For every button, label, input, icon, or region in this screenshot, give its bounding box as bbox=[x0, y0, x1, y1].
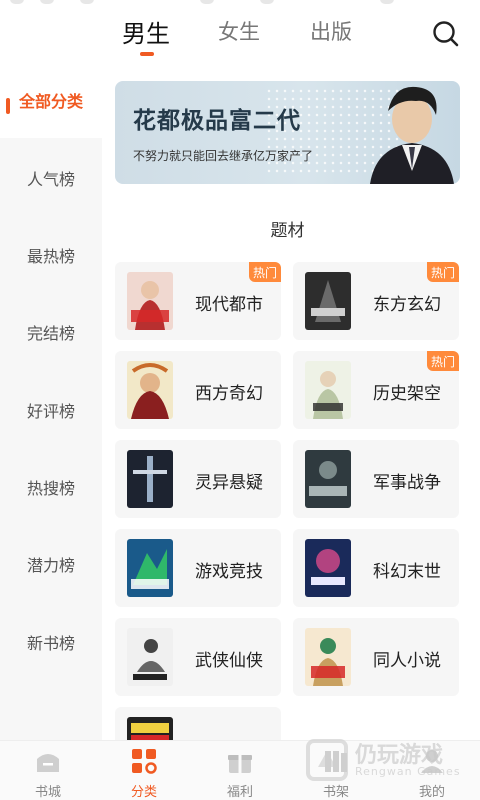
sidebar-item-popular[interactable]: 人气榜 bbox=[0, 148, 102, 208]
category-name: 灵异悬疑 bbox=[195, 473, 263, 493]
banner-character-image bbox=[370, 86, 454, 184]
search-button[interactable] bbox=[430, 18, 462, 50]
category-name: 武侠仙侠 bbox=[195, 651, 263, 671]
book-cover-icon bbox=[305, 272, 351, 330]
nav-label: 分类 bbox=[130, 785, 157, 800]
sidebar-item-all-categories-label[interactable]: 全部分类 bbox=[0, 70, 102, 130]
category-card[interactable]: 同人小说 bbox=[293, 618, 459, 696]
book-cover-icon bbox=[127, 272, 173, 330]
nav-welfare[interactable]: 福利 bbox=[192, 741, 288, 800]
category-name: 游戏竞技 bbox=[195, 562, 263, 582]
category-name: 西方奇幻 bbox=[195, 384, 263, 404]
category-card[interactable]: 历史架空 热门 bbox=[293, 351, 459, 429]
tab-publish[interactable]: 出版 bbox=[310, 16, 352, 46]
promo-banner[interactable]: 花都极品富二代 不努力就只能回去继承亿万家产了 bbox=[115, 81, 460, 184]
bookstore-icon bbox=[37, 754, 59, 772]
category-name: 现代都市 bbox=[195, 295, 263, 315]
category-card[interactable]: 军事战争 bbox=[293, 440, 459, 518]
nav-category[interactable]: 分类 bbox=[96, 741, 192, 800]
category-card[interactable]: 西方奇幻 bbox=[115, 351, 281, 429]
hot-badge: 热门 bbox=[427, 351, 459, 371]
sidebar-item-hot-search[interactable]: 热搜榜 bbox=[0, 457, 102, 517]
book-cover-icon bbox=[305, 361, 351, 419]
category-card[interactable]: 现代都市 热门 bbox=[115, 262, 281, 340]
category-icon bbox=[132, 749, 157, 774]
status-bar bbox=[0, 0, 480, 6]
sidebar-item-top-rated[interactable]: 好评榜 bbox=[0, 380, 102, 440]
category-card[interactable]: 武侠仙侠 bbox=[115, 618, 281, 696]
sidebar-item-new-books[interactable]: 新书榜 bbox=[0, 612, 102, 672]
book-cover-icon bbox=[127, 628, 173, 686]
book-cover-icon bbox=[305, 450, 351, 508]
category-name: 同人小说 bbox=[373, 651, 441, 671]
hot-badge: 热门 bbox=[427, 262, 459, 282]
watermark-subtitle: Rengwan Games bbox=[355, 765, 461, 778]
category-name: 东方玄幻 bbox=[373, 295, 441, 315]
ranking-sidebar: 全部分类 人气榜 最热榜 完结榜 好评榜 热搜榜 潜力榜 新书榜 bbox=[0, 64, 102, 740]
book-cover-icon bbox=[127, 539, 173, 597]
category-card[interactable]: 灵异悬疑 bbox=[115, 440, 281, 518]
top-tab-bar: 男生 女生 出版 bbox=[0, 8, 480, 60]
nav-label: 福利 bbox=[226, 785, 253, 800]
book-cover-icon bbox=[305, 628, 351, 686]
sidebar-item-hottest[interactable]: 最热榜 bbox=[0, 225, 102, 285]
banner-subtitle: 不努力就只能回去继承亿万家产了 bbox=[133, 149, 314, 163]
sidebar-item-completed[interactable]: 完结榜 bbox=[0, 302, 102, 362]
search-icon bbox=[433, 21, 459, 47]
tab-female[interactable]: 女生 bbox=[218, 16, 260, 46]
watermark: 仍玩游戏 Rengwan Games bbox=[300, 735, 470, 785]
hot-badge: 热门 bbox=[249, 262, 281, 282]
gift-icon bbox=[228, 755, 252, 773]
watermark-logo-icon bbox=[306, 739, 348, 781]
section-title: 题材 bbox=[270, 221, 305, 241]
tab-male[interactable]: 男生 bbox=[122, 14, 170, 49]
book-cover-icon bbox=[305, 539, 351, 597]
active-tab-indicator bbox=[140, 52, 154, 56]
sidebar-item-potential[interactable]: 潜力榜 bbox=[0, 534, 102, 594]
banner-title: 花都极品富二代 bbox=[133, 108, 301, 134]
category-name: 历史架空 bbox=[373, 384, 441, 404]
book-cover-icon bbox=[127, 361, 173, 419]
category-name: 军事战争 bbox=[373, 473, 441, 493]
category-card[interactable]: 科幻末世 bbox=[293, 529, 459, 607]
nav-bookstore[interactable]: 书城 bbox=[0, 741, 96, 800]
category-card[interactable]: 东方玄幻 热门 bbox=[293, 262, 459, 340]
category-name: 科幻末世 bbox=[373, 562, 441, 582]
category-card[interactable]: 游戏竞技 bbox=[115, 529, 281, 607]
book-cover-icon bbox=[127, 450, 173, 508]
nav-label: 书城 bbox=[34, 785, 61, 800]
